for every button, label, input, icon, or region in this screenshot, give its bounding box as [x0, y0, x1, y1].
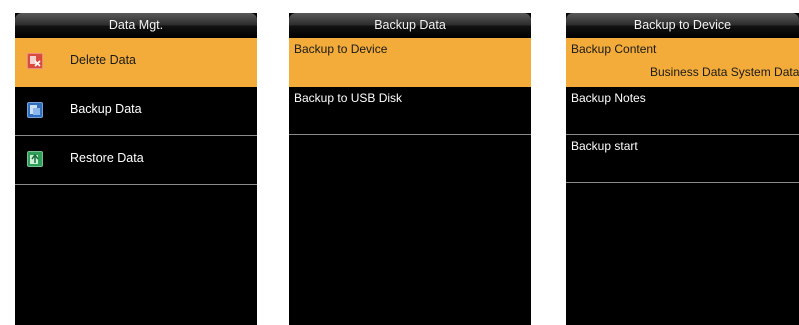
- menu-item-backup-to-usb-disk[interactable]: Backup to USB Disk: [289, 87, 531, 135]
- menu-item-backup-data[interactable]: Backup Data: [15, 87, 257, 136]
- setting-label: Backup start: [571, 139, 638, 153]
- setting-value: Business Data System Data: [650, 65, 799, 79]
- backup-data-screen: Backup Data Backup to Device Backup to U…: [289, 13, 531, 325]
- menu-item-label: Backup to Device: [294, 42, 388, 56]
- screen-title: Backup to Device: [566, 13, 799, 38]
- delete-data-icon: [27, 53, 43, 69]
- menu-item-backup-to-device[interactable]: Backup to Device: [289, 38, 531, 87]
- backup-to-device-screen: Backup to Device Backup Content Business…: [566, 13, 799, 325]
- setting-backup-content[interactable]: Backup Content Business Data System Data: [566, 38, 799, 87]
- setting-label: Backup Notes: [571, 91, 646, 105]
- menu-item-label: Backup to USB Disk: [294, 91, 403, 105]
- screen-title: Backup Data: [289, 13, 531, 38]
- restore-data-icon: [27, 151, 43, 167]
- menu-item-label: Delete Data: [70, 53, 137, 67]
- data-mgt-screen: Data Mgt. Delete Data Backup Data Restor…: [15, 13, 257, 325]
- setting-label: Backup Content: [571, 42, 657, 56]
- menu-item-restore-data[interactable]: Restore Data: [15, 136, 257, 185]
- setting-backup-notes[interactable]: Backup Notes: [566, 87, 799, 135]
- menu-item-label: Backup Data: [70, 102, 142, 116]
- menu-item-label: Restore Data: [70, 151, 144, 165]
- setting-backup-start[interactable]: Backup start: [566, 135, 799, 183]
- menu-item-delete-data[interactable]: Delete Data: [15, 38, 257, 87]
- backup-data-icon: [27, 102, 43, 118]
- screen-title: Data Mgt.: [15, 13, 257, 38]
